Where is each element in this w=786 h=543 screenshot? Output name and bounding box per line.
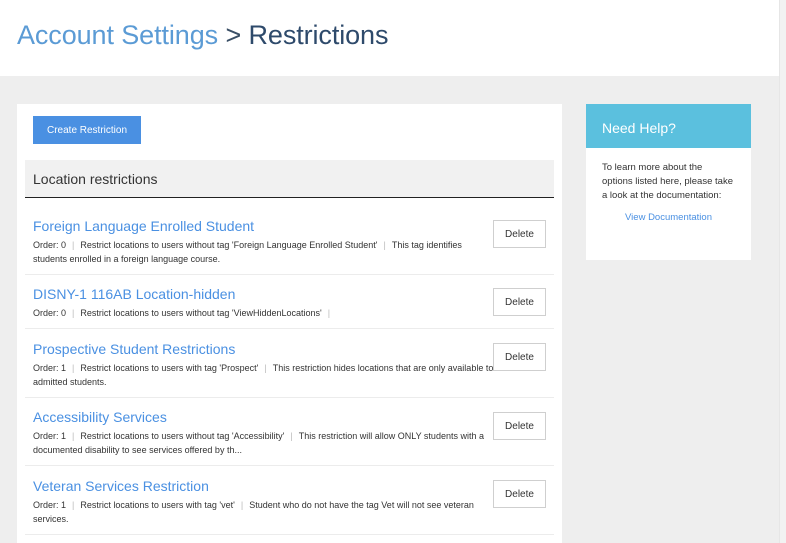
restriction-item: DISNY-1 116AB Location-hidden Order: 0 | R…	[25, 286, 554, 329]
separator: |	[383, 240, 386, 250]
restriction-title-link[interactable]: DISNY-1 116AB Location-hidden	[33, 286, 235, 302]
restriction-description: Order: 1 | Restrict locations to users wit…	[33, 429, 495, 457]
separator: |	[72, 240, 75, 250]
restriction-title-link[interactable]: Prospective Student Restrictions	[33, 341, 235, 357]
restriction-title-link[interactable]: Veteran Services Restriction	[33, 478, 209, 494]
separator: |	[72, 363, 75, 373]
separator: |	[72, 308, 75, 318]
restriction-rule: Restrict locations to users without tag …	[80, 431, 285, 441]
restriction-item: Foreign Language Enrolled Student Order:…	[25, 218, 554, 275]
restriction-order: Order: 1	[33, 500, 67, 510]
delete-button[interactable]: Delete	[493, 480, 546, 508]
delete-button[interactable]: Delete	[493, 412, 546, 440]
page-header: Account Settings > Restrictions	[0, 0, 779, 76]
separator: |	[72, 500, 75, 510]
restriction-title-link[interactable]: Foreign Language Enrolled Student	[33, 218, 254, 234]
restriction-rule: Restrict locations to users with tag 'Pr…	[80, 363, 259, 373]
section-title: Location restrictions	[33, 171, 158, 187]
restriction-order: Order: 1	[33, 363, 67, 373]
restriction-description: Order: 0 | Restrict locations to users wit…	[33, 238, 495, 266]
breadcrumb-separator: >	[225, 20, 242, 50]
create-restriction-button[interactable]: Create Restriction	[33, 116, 141, 144]
restrictions-panel: Create Restriction Location restrictions…	[17, 104, 562, 543]
delete-button[interactable]: Delete	[493, 343, 546, 371]
help-panel: Need Help? To learn more about the optio…	[586, 104, 751, 260]
restriction-rule: Restrict locations to users without tag …	[80, 240, 378, 250]
restriction-order: Order: 1	[33, 431, 67, 441]
separator: |	[240, 500, 244, 510]
restriction-item: Veteran Services Restriction Order: 1 | Re…	[25, 478, 554, 535]
help-text: To learn more about the options listed h…	[602, 162, 733, 201]
delete-button[interactable]: Delete	[493, 220, 546, 248]
delete-button[interactable]: Delete	[493, 288, 546, 316]
restriction-order: Order: 0	[33, 308, 67, 318]
restriction-description: Order: 1 | Restrict locations to users wit…	[33, 498, 495, 526]
restriction-title-link[interactable]: Accessibility Services	[33, 409, 167, 425]
restriction-item: Prospective Student Restrictions Order: …	[25, 341, 554, 398]
help-header: Need Help?	[586, 104, 751, 148]
separator: |	[264, 363, 267, 373]
separator: |	[72, 431, 75, 441]
restriction-rule: Restrict locations to users with tag 've…	[80, 500, 235, 510]
breadcrumb-current: Restrictions	[248, 20, 389, 50]
help-title: Need Help?	[602, 120, 676, 136]
page-scrollbar[interactable]	[779, 0, 786, 543]
separator: |	[327, 308, 331, 318]
restriction-description: Order: 1 | Restrict locations to users wit…	[33, 361, 495, 389]
view-documentation-link[interactable]: View Documentation	[586, 212, 751, 223]
breadcrumb: Account Settings > Restrictions	[17, 20, 388, 51]
restriction-description: Order: 0 | Restrict locations to users wit…	[33, 306, 495, 320]
location-restrictions-header: Location restrictions	[25, 160, 554, 198]
restriction-rule: Restrict locations to users without tag …	[80, 308, 322, 318]
separator: |	[290, 431, 293, 441]
restriction-item: Accessibility Services Order: 1 | Restrict…	[25, 409, 554, 466]
restriction-order: Order: 0	[33, 240, 67, 250]
breadcrumb-account-settings-link[interactable]: Account Settings	[17, 20, 218, 50]
